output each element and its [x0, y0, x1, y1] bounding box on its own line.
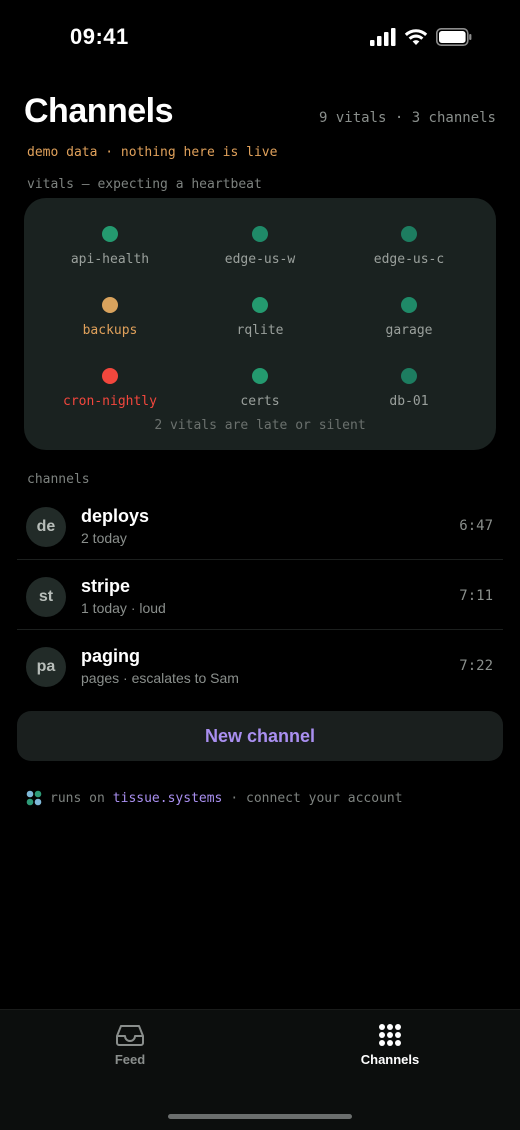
vital-label: garage — [385, 323, 433, 338]
inbox-icon — [116, 1025, 144, 1046]
channel-name: paging — [81, 646, 140, 666]
cellular-signal-icon — [370, 28, 396, 46]
vital-cron-nightly[interactable]: cron-nightly — [35, 368, 185, 409]
vital-db-01[interactable]: db-01 — [334, 368, 484, 409]
page-title: Channels — [24, 92, 174, 130]
avatar: st — [26, 577, 66, 617]
status-dot — [252, 368, 268, 384]
channel-row-paging[interactable]: pa paging pages · escalates to Sam 7:22 — [17, 630, 503, 700]
vitals-heading: vitals — expecting a heartbeat — [27, 177, 262, 192]
vital-label: backups — [82, 323, 138, 338]
vital-label: edge-us-c — [373, 252, 445, 267]
vital-garage[interactable]: garage — [334, 297, 484, 338]
channel-name: stripe — [81, 576, 131, 596]
vital-label: cron-nightly — [63, 394, 157, 409]
tab-feed[interactable]: Feed — [60, 1022, 200, 1067]
channel-time: 6:47 — [459, 518, 493, 534]
home-indicator — [168, 1114, 352, 1119]
header-summary: 9 vitals · 3 channels — [318, 110, 496, 126]
channel-subtitle: 1 today · loud — [81, 600, 166, 616]
vital-edge-us-c[interactable]: edge-us-c — [334, 226, 484, 267]
channels-heading: channels — [27, 472, 90, 487]
vital-certs[interactable]: certs — [185, 368, 335, 409]
new-channel-button[interactable]: New channel — [17, 711, 503, 761]
status-dot — [252, 297, 268, 313]
vitals-summary: 2 vitals are late or silent — [154, 418, 366, 433]
vital-label: edge-us-w — [224, 252, 296, 267]
footer-line: runs on tissue.systems · connect your ac… — [26, 790, 403, 806]
status-bar: 09:41 — [0, 0, 520, 80]
vital-label: db-01 — [389, 394, 429, 409]
wifi-icon — [404, 29, 428, 45]
status-dot — [401, 226, 417, 242]
vital-api-health[interactable]: api-health — [35, 226, 185, 267]
vital-label: rqlite — [236, 323, 284, 338]
channel-subtitle: pages · escalates to Sam — [81, 670, 239, 686]
channel-subtitle: 2 today — [81, 530, 127, 546]
vital-label: api-health — [70, 252, 150, 267]
grid-icon — [379, 1024, 401, 1046]
channel-time: 7:11 — [459, 588, 493, 604]
status-dot — [401, 297, 417, 313]
status-dot — [401, 368, 417, 384]
tab-label: Channels — [360, 1052, 420, 1067]
footer-prefix: runs on — [50, 790, 105, 806]
tab-label: Feed — [114, 1052, 146, 1067]
status-dot — [252, 226, 268, 242]
vital-edge-us-w[interactable]: edge-us-w — [185, 226, 335, 267]
tissue-systems-link[interactable]: tissue.systems — [113, 791, 223, 806]
channel-time: 7:22 — [459, 658, 493, 674]
status-time: 09:41 — [70, 24, 129, 49]
tab-channels[interactable]: Channels — [320, 1022, 460, 1067]
vital-rqlite[interactable]: rqlite — [185, 297, 335, 338]
avatar: pa — [26, 647, 66, 687]
channel-row-deploys[interactable]: de deploys 2 today 6:47 — [17, 490, 503, 560]
channel-name: deploys — [81, 506, 150, 526]
tissue-logo-icon — [26, 790, 42, 806]
vital-label: certs — [240, 394, 280, 409]
avatar: de — [26, 507, 66, 547]
channel-row-stripe[interactable]: st stripe 1 today · loud 7:11 — [17, 560, 503, 630]
status-dot — [102, 368, 118, 384]
vital-backups[interactable]: backups — [35, 297, 185, 338]
vitals-card: api-health edge-us-w edge-us-c backups r… — [24, 198, 496, 450]
battery-icon — [436, 28, 472, 46]
footer-suffix[interactable]: · connect your account — [230, 791, 402, 806]
demo-data-note: demo data · nothing here is live — [27, 145, 278, 160]
status-icons — [370, 28, 472, 46]
status-dot — [102, 226, 118, 242]
status-dot — [102, 297, 118, 313]
tab-bar: Feed Channels — [0, 1009, 520, 1130]
